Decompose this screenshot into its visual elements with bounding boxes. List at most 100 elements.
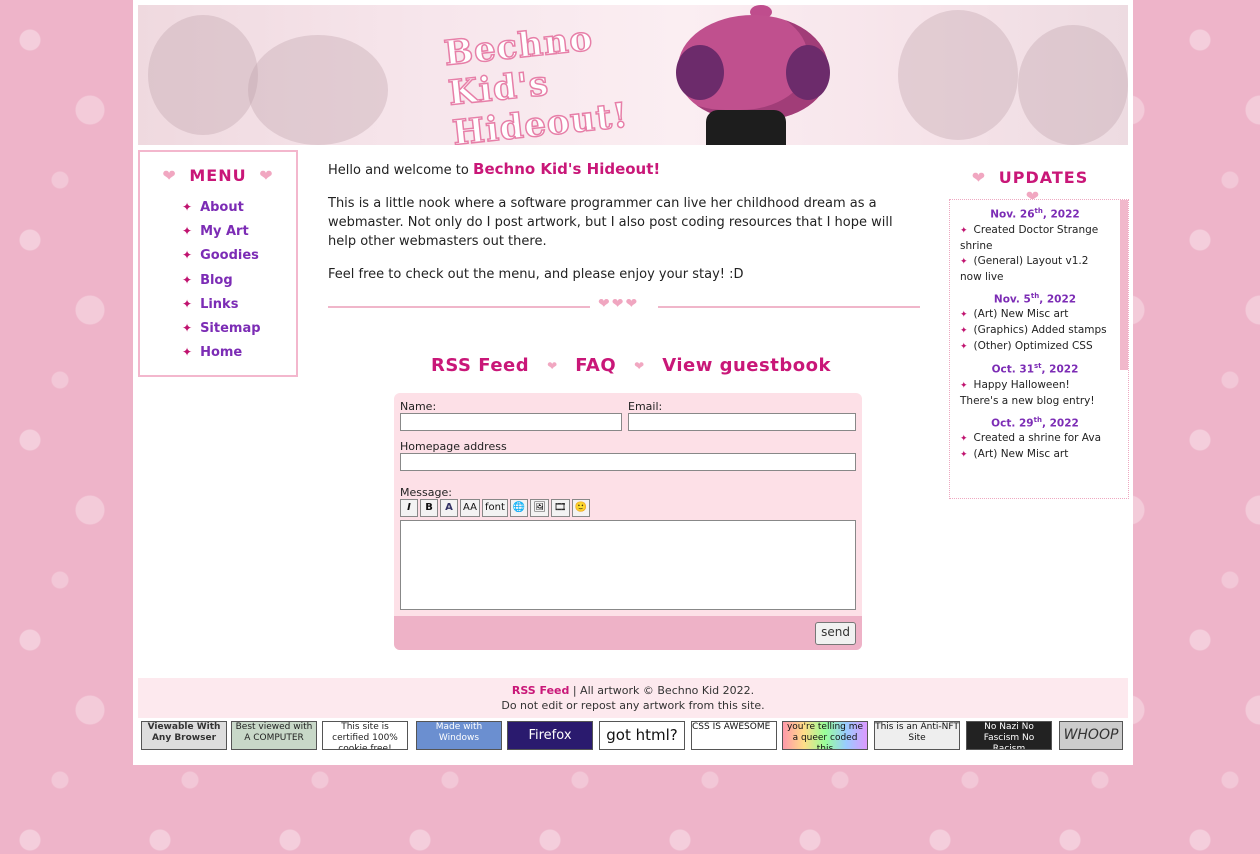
badge-firefox[interactable]: Firefox: [507, 721, 593, 750]
update-entry: Nov. 26th, 2022 ✦ Created Doctor Strange …: [960, 207, 1110, 285]
star-icon: ✦: [960, 326, 968, 336]
menu-link[interactable]: Links: [200, 297, 238, 312]
rss-feed-link[interactable]: RSS Feed: [431, 355, 529, 376]
badge-anti-nft[interactable]: This is an Anti-NFT Site: [874, 721, 960, 750]
view-guestbook-link[interactable]: View guestbook: [662, 355, 831, 376]
menu-item-goodies[interactable]: ✦ Goodies: [182, 246, 261, 270]
text-color-button[interactable]: A: [440, 499, 458, 517]
menu-link[interactable]: Home: [200, 345, 242, 360]
name-field[interactable]: [400, 413, 622, 431]
menu-link[interactable]: About: [200, 200, 244, 215]
star-icon: ✦: [960, 380, 968, 391]
video-icon[interactable]: 🎞: [551, 499, 570, 517]
update-item: ✦ (Art) New Misc art: [960, 448, 1069, 460]
update-item: ✦ Created Doctor Strange shrine: [960, 223, 1099, 252]
form-footer: send: [394, 616, 862, 650]
heart-icon: ❤: [162, 166, 177, 185]
badge-any-browser[interactable]: Viewable With Any Browser: [141, 721, 227, 750]
message-textarea[interactable]: [400, 520, 856, 610]
update-item: ✦ Created a shrine for Ava: [960, 432, 1102, 444]
star-icon: ✦: [182, 345, 193, 360]
badge-windows[interactable]: Made with Windows: [416, 721, 502, 750]
star-icon: ✦: [960, 450, 968, 460]
homepage-field[interactable]: [400, 453, 856, 471]
menu-item-sitemap[interactable]: ✦ Sitemap: [182, 319, 261, 343]
update-item: ✦ (Other) Optimized CSS: [960, 340, 1093, 352]
banner-title: Bechno Kid's Hideout!: [442, 18, 632, 145]
star-icon: ✦: [182, 248, 193, 263]
badge-no-nazi[interactable]: No Nazi No Fascism No Racism: [966, 721, 1052, 750]
badge-cookie-free[interactable]: This site is certified 100% cookie free!: [322, 721, 408, 750]
banner-character-art: [1018, 25, 1128, 145]
bold-button[interactable]: B: [420, 499, 438, 517]
menu-box: ❤ MENU ❤ ✦ About ✦ My Art ✦ Goodies ✦ Blog ✦…: [138, 150, 298, 377]
homepage-label: Homepage address: [400, 440, 507, 453]
font-button[interactable]: font: [481, 499, 508, 517]
badge-computer[interactable]: Best viewed with A COMPUTER: [231, 721, 317, 750]
update-date: Oct. 31st, 2022: [991, 362, 1079, 376]
mascot-character: [676, 15, 830, 120]
site-footer: RSS Feed | All artwork © Bechno Kid 2022…: [138, 678, 1128, 718]
text-size-button[interactable]: AA: [460, 499, 480, 517]
badge-queer-coded[interactable]: you're telling me a queer coded this: [782, 721, 868, 750]
updates-panel[interactable]: Nov. 26th, 2022 ✦ Created Doctor Strange …: [949, 199, 1129, 499]
update-item: ✦ (Art) New Misc art: [960, 308, 1069, 320]
banner-character-art: [898, 10, 1018, 140]
smiley-icon[interactable]: 🙂: [571, 499, 591, 517]
update-entry: Oct. 29th, 2022 ✦ Created a shrine for Av…: [960, 416, 1110, 464]
email-label: Email:: [628, 400, 663, 413]
menu-item-blog[interactable]: ✦ Blog: [182, 271, 261, 295]
update-item: ✦ (General) Layout v1.2 now live: [960, 254, 1089, 283]
faq-link[interactable]: FAQ: [575, 355, 616, 376]
footer-rss-link[interactable]: RSS Feed: [512, 684, 570, 697]
menu-link[interactable]: My Art: [200, 224, 249, 239]
heart-divider: ❤❤❤: [328, 296, 920, 314]
link-icon[interactable]: 🌐: [509, 499, 529, 517]
update-date: Nov. 5th, 2022: [993, 291, 1077, 306]
heart-icon: ❤❤❤: [598, 296, 640, 312]
email-field[interactable]: [628, 413, 856, 431]
guestbook-links: RSS Feed ❤ FAQ ❤ View guestbook: [431, 355, 831, 376]
star-icon: ✦: [182, 272, 193, 287]
star-icon: ✦: [182, 224, 193, 239]
update-date: Nov. 26th, 2022: [990, 207, 1080, 221]
footer-line: Do not edit or repost any artwork from t…: [501, 699, 765, 712]
send-button[interactable]: send: [815, 622, 856, 645]
menu-heading: ❤ MENU ❤: [162, 166, 274, 185]
badge-css-awesome[interactable]: CSS IS AWESOME: [691, 721, 777, 750]
footer-line: RSS Feed | All artwork © Bechno Kid 2022…: [511, 684, 755, 697]
update-entry: Oct. 31st, 2022 ✦ Happy Halloween! There'…: [960, 362, 1110, 409]
main-content: Hello and welcome to Bechno Kid's Hideou…: [328, 160, 920, 314]
menu-link[interactable]: Goodies: [200, 248, 259, 263]
guestbook-form: Name: Email: Homepage address Message: I…: [394, 393, 862, 650]
update-item: ✦ Happy Halloween! There's a new blog ent…: [960, 378, 1095, 407]
heart-icon: ❤: [547, 358, 558, 373]
badge-whoop[interactable]: WHOOP: [1059, 721, 1123, 750]
menu-item-links[interactable]: ✦ Links: [182, 295, 261, 319]
menu-list: ✦ About ✦ My Art ✦ Goodies ✦ Blog ✦ Links ✦ Si…: [182, 198, 261, 367]
star-icon: ✦: [960, 342, 968, 352]
intro-paragraph: Feel free to check out the menu, and ple…: [328, 267, 744, 282]
update-item: ✦ (Graphics) Added stamps: [960, 324, 1107, 336]
update-date: Oct. 29th, 2022: [991, 415, 1079, 430]
menu-link[interactable]: Blog: [200, 273, 233, 288]
site-banner: Bechno Kid's Hideout!: [138, 5, 1128, 145]
button-wall: Viewable With Any Browser Best viewed wi…: [141, 721, 1125, 752]
site-name: Bechno Kid's Hideout!: [473, 160, 661, 178]
page-container: Bechno Kid's Hideout! ❤ MENU ❤ ✦ About ✦ M…: [133, 0, 1133, 765]
message-toolbar: I B A AA font 🌐 🖼 🎞 🙂: [400, 499, 591, 517]
star-icon: ✦: [960, 256, 968, 267]
update-entry: Nov. 5th, 2022 ✦ (Art) New Misc art ✦ (Gra…: [960, 292, 1110, 356]
menu-link[interactable]: Sitemap: [200, 321, 260, 336]
image-icon[interactable]: 🖼: [530, 499, 550, 517]
name-label: Name:: [400, 400, 437, 413]
menu-item-about[interactable]: ✦ About: [182, 198, 261, 222]
italic-button[interactable]: I: [400, 499, 418, 517]
menu-item-my-art[interactable]: ✦ My Art: [182, 222, 261, 246]
star-icon: ✦: [960, 225, 968, 236]
badge-got-html[interactable]: got html?: [599, 721, 685, 750]
menu-item-home[interactable]: ✦ Home: [182, 343, 261, 367]
updates-scrollbar[interactable]: [1120, 200, 1128, 370]
heart-icon: ❤: [971, 168, 987, 187]
star-icon: ✦: [960, 434, 968, 444]
